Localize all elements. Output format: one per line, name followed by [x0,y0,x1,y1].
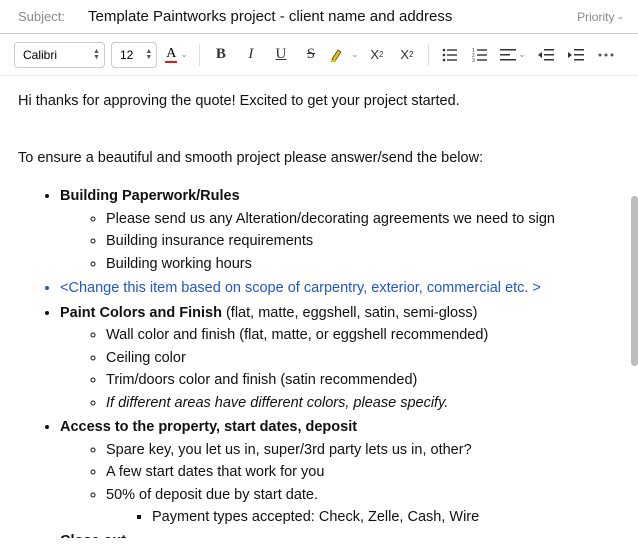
list-item-placeholder: <Change this item based on scope of carp… [60,277,620,299]
list-item: Building Paperwork/Rules Please send us … [60,185,620,275]
section-head: Access to the property, start dates, dep… [60,419,357,435]
outdent-button[interactable] [534,43,558,67]
more-button[interactable] [594,43,618,67]
chevron-down-icon: ⌄ [518,49,526,60]
list-item: Access to the property, start dates, dep… [60,416,620,528]
chevron-down-icon: ⌄ [351,49,359,60]
highlighter-icon [329,46,351,64]
superscript-button[interactable]: X2 [365,43,389,67]
stepper-icon: ▲▼ [93,49,100,61]
font-family-value: Calibri [23,48,57,62]
list-item: Spare key, you let us in, super/3rd part… [106,439,620,461]
subject-input[interactable] [88,8,563,25]
list-item: Please send us any Alteration/decorating… [106,208,620,230]
body-intro: To ensure a beautiful and smooth project… [18,147,620,169]
list-item: Close out Will you be available in the a… [60,530,620,538]
highlight-button[interactable]: ⌄ [329,43,359,67]
font-color-icon: A [165,47,177,63]
list-item: If different areas have different colors… [106,392,620,414]
section-head: Close out [60,533,126,538]
numbered-list-icon: 1 2 3 [472,48,488,62]
body-greeting: Hi thanks for approving the quote! Excit… [18,90,620,112]
list-item: Building insurance requirements [106,230,620,252]
separator [428,44,429,66]
stepper-icon: ▲▼ [145,49,152,61]
bold-button[interactable]: B [209,43,233,67]
chevron-down-icon: ⌄ [616,11,624,22]
numbered-list-button[interactable]: 1 2 3 [468,43,492,67]
strikethrough-button[interactable]: S [299,43,323,67]
priority-label: Priority [577,10,614,24]
list-item: Wall color and finish (flat, matte, or e… [106,324,620,346]
indent-icon [568,49,584,61]
more-icon [598,53,614,57]
font-color-button[interactable]: A ⌄ [163,45,190,65]
list-item: Paint Colors and Finish (flat, matte, eg… [60,302,620,414]
section-tail: (flat, matte, eggshell, satin, semi-glos… [222,305,477,321]
email-body[interactable]: Hi thanks for approving the quote! Excit… [0,76,638,538]
italic-button[interactable]: I [239,43,263,67]
section-head: Paint Colors and Finish [60,305,222,321]
align-button[interactable]: ⌄ [498,43,528,67]
separator [199,44,200,66]
underline-button[interactable]: U [269,43,293,67]
svg-text:3: 3 [472,58,475,62]
align-icon [500,49,516,61]
priority-dropdown[interactable]: Priority ⌄ [577,10,624,24]
list-item: Payment types accepted: Check, Zelle, Ca… [152,506,620,528]
scrollbar-thumb[interactable] [631,196,638,366]
list-item: Ceiling color [106,347,620,369]
subject-label: Subject: [18,9,74,24]
indent-button[interactable] [564,43,588,67]
bullet-list-icon [442,48,458,62]
outdent-icon [538,49,554,61]
subject-row: Subject: Priority ⌄ [0,0,638,34]
section-head: Building Paperwork/Rules [60,188,240,204]
font-family-select[interactable]: Calibri ▲▼ [14,42,105,68]
formatting-toolbar: Calibri ▲▼ 12 ▲▼ A ⌄ B I U S ⌄ X2 X2 1 2… [0,34,638,76]
font-size-select[interactable]: 12 ▲▼ [111,42,157,68]
list-item: A few start dates that work for you [106,461,620,483]
subscript-button[interactable]: X2 [395,43,419,67]
font-size-value: 12 [120,48,133,62]
list-item: Building working hours [106,253,620,275]
list-item: 50% of deposit due by start date. Paymen… [106,484,620,529]
bullet-list-button[interactable] [438,43,462,67]
chevron-down-icon: ⌄ [180,49,188,60]
list-item: Trim/doors color and finish (satin recom… [106,369,620,391]
